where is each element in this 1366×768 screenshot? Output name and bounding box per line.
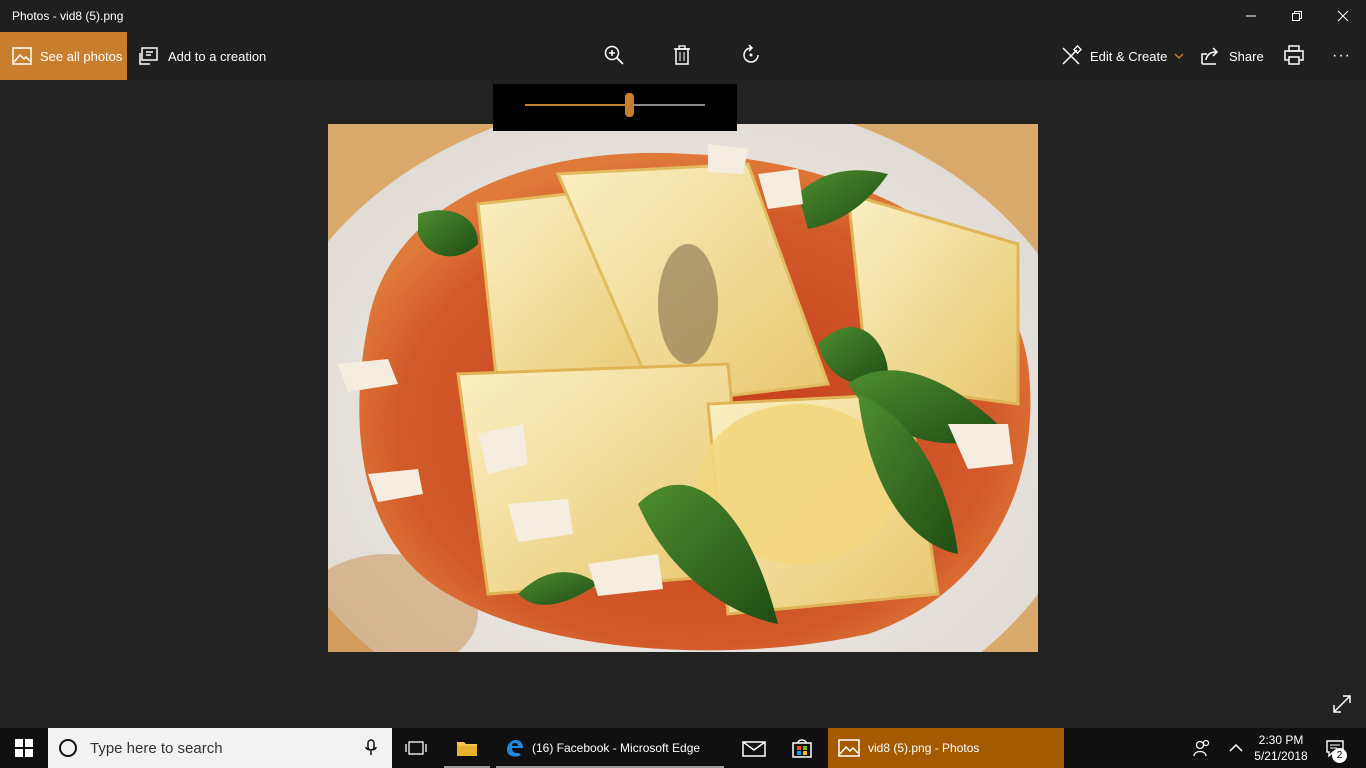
notification-count-badge: 2 (1332, 748, 1347, 763)
folder-icon (457, 742, 477, 756)
add-to-creation-label: Add to a creation (168, 48, 267, 64)
start-button[interactable] (0, 728, 48, 768)
restore-icon (1292, 11, 1302, 21)
photos-taskbar-button[interactable]: vid8 (5).png - Photos (828, 728, 1064, 768)
close-button[interactable] (1320, 0, 1366, 32)
mail-button[interactable] (732, 728, 776, 768)
rotate-icon (743, 44, 759, 63)
minimize-icon (1246, 15, 1256, 17)
microphone-icon[interactable] (364, 739, 378, 757)
close-icon (1337, 10, 1349, 22)
store-icon (792, 739, 812, 758)
clock[interactable]: 2:30 PM 5/21/2018 (1246, 732, 1316, 764)
zoom-button[interactable] (603, 44, 627, 68)
delete-button[interactable] (671, 44, 695, 68)
store-button[interactable] (780, 728, 824, 768)
taskbar: Type here to search (16) Facebook - Micr… (0, 728, 1366, 768)
photos-taskbar-label: vid8 (5).png - Photos (868, 741, 980, 755)
people-icon (1193, 739, 1210, 757)
restore-button[interactable] (1274, 0, 1320, 32)
photo-icon (12, 47, 32, 65)
task-view-button[interactable] (396, 728, 436, 768)
mail-icon (742, 741, 766, 757)
zoom-slider-popup (493, 84, 737, 131)
zoom-slider-fill (525, 104, 630, 106)
photos-app-window: Photos - vid8 (5).png See all photos Add… (0, 0, 1366, 728)
share-icon (1201, 47, 1219, 65)
chevron-up-icon (1229, 743, 1243, 752)
zoom-in-icon (604, 45, 624, 65)
zoom-slider-thumb[interactable] (625, 93, 635, 117)
edit-create-label: Edit & Create (1090, 48, 1168, 64)
cortana-icon (59, 739, 77, 757)
search-box[interactable]: Type here to search (48, 728, 392, 768)
edit-create-button[interactable]: Edit & Create (1060, 32, 1185, 80)
share-button[interactable]: Share (1199, 32, 1264, 80)
windows-logo-icon (15, 739, 33, 757)
file-explorer-button[interactable] (444, 728, 490, 768)
show-hidden-icons-button[interactable] (1224, 728, 1248, 768)
people-button[interactable] (1188, 728, 1216, 768)
clock-date: 5/21/2018 (1254, 749, 1308, 763)
fullscreen-button[interactable] (1330, 692, 1354, 716)
ravioli-photo (328, 124, 1038, 652)
see-all-photos-label: See all photos (40, 48, 123, 64)
edge-taskbar-label: (16) Facebook - Microsoft Edge (532, 741, 701, 755)
share-label: Share (1229, 48, 1264, 64)
more-options-button[interactable]: ··· (1332, 32, 1351, 80)
clock-time: 2:30 PM (1258, 733, 1304, 747)
title-bar: Photos - vid8 (5).png (0, 0, 1366, 32)
trash-icon (674, 45, 690, 65)
zoom-slider-track[interactable] (525, 104, 705, 106)
minimize-button[interactable] (1228, 0, 1274, 32)
photo-view[interactable] (328, 124, 1038, 652)
add-creation-icon (139, 47, 158, 65)
expand-icon (1333, 695, 1351, 713)
photos-app-icon (838, 739, 860, 757)
search-placeholder: Type here to search (90, 739, 223, 757)
window-title: Photos - vid8 (5).png (12, 9, 124, 23)
task-view-icon (405, 741, 427, 755)
print-button[interactable] (1283, 44, 1307, 68)
edit-create-icon (1062, 45, 1082, 65)
edge-taskbar-button[interactable]: (16) Facebook - Microsoft Edge (496, 728, 724, 768)
edge-icon (507, 740, 523, 757)
see-all-photos-button[interactable]: See all photos (0, 32, 127, 80)
chevron-down-icon (1174, 53, 1184, 60)
rotate-button[interactable] (740, 44, 764, 68)
add-to-creation-button[interactable]: Add to a creation (138, 32, 266, 80)
printer-icon (1284, 45, 1304, 65)
toolbar: See all photos Add to a creation Edit & … (0, 32, 1366, 80)
